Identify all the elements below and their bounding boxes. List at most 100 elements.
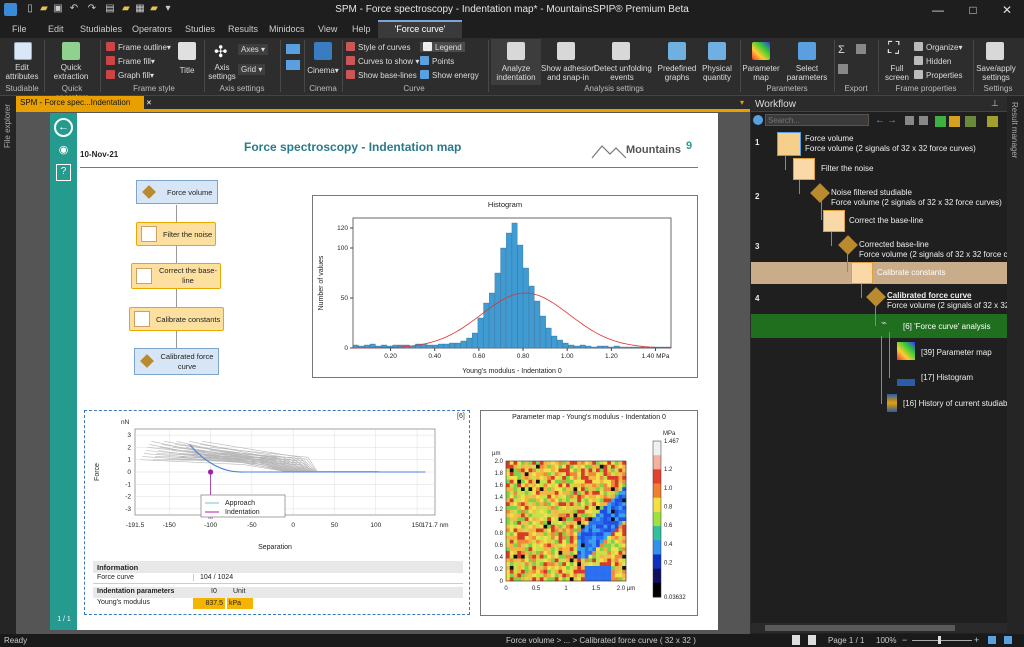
- back-icon[interactable]: ←: [54, 118, 73, 137]
- zoom-slider-thumb[interactable]: [938, 636, 941, 644]
- axis-settings-button[interactable]: Axis settings: [206, 63, 238, 81]
- menu-help[interactable]: Help: [352, 24, 371, 34]
- show-adhesion-button[interactable]: Show adhesion and snap-in: [541, 64, 596, 82]
- organize-button[interactable]: Organize▾: [914, 42, 962, 52]
- history-node-icon[interactable]: [887, 394, 897, 412]
- layout1-icon[interactable]: [286, 44, 300, 54]
- histogram-node-icon[interactable]: [897, 368, 915, 386]
- frame-outline-button[interactable]: Frame outline▾: [106, 42, 171, 52]
- wf-item-noise-filtered[interactable]: Noise filtered studiable: [831, 188, 912, 197]
- curves-to-show-button[interactable]: Curves to show ▾: [346, 56, 419, 66]
- workflow-hscroll-thumb[interactable]: [765, 625, 955, 631]
- nav-back-icon[interactable]: ←: [875, 115, 885, 126]
- minimize-icon[interactable]: —: [921, 0, 955, 20]
- tool-icon[interactable]: [965, 116, 976, 127]
- physical-quantity-button[interactable]: Physical quantity: [698, 64, 736, 82]
- properties-button[interactable]: Properties: [914, 70, 962, 80]
- layout2-icon[interactable]: [286, 60, 300, 70]
- cinema-button[interactable]: Cinema▾: [306, 66, 340, 75]
- file-explorer-tab[interactable]: File explorer: [3, 104, 12, 148]
- quick-extraction-button[interactable]: Quick extraction: [46, 63, 96, 81]
- result-manager-tab[interactable]: Result manager: [1010, 102, 1019, 158]
- axes-dropdown[interactable]: Axes ▾: [238, 44, 269, 55]
- flow-calibrated-force-curve[interactable]: Calibrated force curve: [134, 348, 219, 375]
- maximize-icon[interactable]: □: [956, 0, 990, 20]
- copy-icon[interactable]: [838, 64, 848, 74]
- wf-item-force-curve-analysis[interactable]: [6] 'Force curve' analysis: [903, 322, 991, 331]
- style-of-curves-button[interactable]: Style of curves: [346, 42, 410, 52]
- legend-toggle[interactable]: Legend: [420, 42, 465, 52]
- calibrate-node-icon[interactable]: [851, 262, 873, 284]
- show-energy-toggle[interactable]: Show energy: [420, 70, 479, 80]
- hidden-button[interactable]: Hidden: [914, 56, 951, 66]
- menu-minidocs[interactable]: Minidocs: [269, 24, 305, 34]
- workflow-search-input[interactable]: [765, 114, 869, 126]
- zoom-in-icon[interactable]: +: [974, 635, 979, 645]
- wf-item-corrected-baseline[interactable]: Corrected base-line: [859, 240, 929, 249]
- show-base-lines-button[interactable]: Show base-lines: [346, 70, 417, 80]
- save-apply-settings-button[interactable]: Save/apply settings: [974, 64, 1018, 82]
- pin-icon[interactable]: ⊥: [991, 98, 999, 109]
- help-icon[interactable]: ?: [56, 164, 71, 181]
- grid-dropdown[interactable]: Grid ▾: [238, 64, 266, 75]
- tab-force-curve-analysis[interactable]: 'Force curve' analysis: [378, 20, 462, 49]
- analyze-indentation-button[interactable]: Analyze indentation: [491, 64, 541, 82]
- wf-item-histogram[interactable]: [17] Histogram: [921, 373, 973, 382]
- tool-icon[interactable]: [919, 116, 928, 125]
- wf-item-history[interactable]: [16] History of current studiabl: [903, 399, 1007, 408]
- baseline-node-icon[interactable]: [823, 210, 845, 232]
- wf-item-calibrate-constants[interactable]: Calibrate constants: [877, 268, 945, 277]
- studiable-node-icon[interactable]: [866, 287, 886, 307]
- parameter-map-node-icon[interactable]: [897, 342, 915, 360]
- flow-filter-noise[interactable]: Filter the noise: [136, 222, 216, 246]
- menu-view[interactable]: View: [318, 24, 337, 34]
- fit-page-icon[interactable]: [1004, 636, 1012, 644]
- points-toggle[interactable]: Points: [420, 56, 454, 66]
- zoom-out-icon[interactable]: −: [902, 635, 907, 645]
- graph-fill-button[interactable]: Graph fill▾: [106, 70, 154, 80]
- page2-icon[interactable]: [808, 635, 816, 645]
- zoom-slider[interactable]: [912, 640, 972, 641]
- document-tab[interactable]: SPM - Force spec...Indentation map*: [16, 96, 144, 120]
- menu-results[interactable]: Results: [228, 24, 258, 34]
- detect-unfolding-button[interactable]: Detect unfolding events: [594, 64, 652, 82]
- flow-force-volume[interactable]: Force volume: [136, 180, 218, 204]
- tool-icon[interactable]: [987, 116, 998, 127]
- studiable-node-icon[interactable]: [838, 235, 858, 255]
- tool-icon[interactable]: [905, 116, 914, 125]
- menu-edit[interactable]: Edit: [48, 24, 64, 34]
- flow-calibrate-constants[interactable]: Calibrate constants: [129, 307, 224, 331]
- force-volume-node-icon[interactable]: [777, 132, 801, 156]
- predefined-graphs-button[interactable]: Predefined graphs: [654, 64, 700, 82]
- title-button[interactable]: Title: [172, 66, 202, 75]
- nav-forward-icon[interactable]: →: [887, 115, 897, 126]
- wf-item-force-volume[interactable]: Force volume: [805, 134, 853, 143]
- flow-correct-baseline[interactable]: Correct the base-line: [131, 263, 221, 289]
- page-icon[interactable]: [792, 635, 800, 645]
- wf-item-parameter-map[interactable]: [39] Parameter map: [921, 348, 992, 357]
- close-icon[interactable]: ✕: [990, 0, 1024, 20]
- sigma-icon[interactable]: Σ: [838, 44, 845, 56]
- wf-item-correct-baseline[interactable]: Correct the base-line: [849, 216, 923, 225]
- studiable-node-icon[interactable]: [810, 183, 830, 203]
- menu-studies[interactable]: Studies: [185, 24, 215, 34]
- edit-attributes-button[interactable]: Edit attributes: [2, 63, 42, 81]
- filter-node-icon[interactable]: [793, 158, 815, 180]
- fit-icon[interactable]: [988, 636, 996, 644]
- frame-fill-button[interactable]: Frame fill▾: [106, 56, 155, 66]
- wf-item-calibrated-force-curve[interactable]: Calibrated force curve: [887, 291, 971, 300]
- wf-item-filter-noise[interactable]: Filter the noise: [821, 164, 873, 173]
- full-screen-button[interactable]: Full screen: [882, 64, 912, 82]
- menu-operators[interactable]: Operators: [132, 24, 172, 34]
- select-parameters-button[interactable]: Select parameters: [782, 64, 832, 82]
- parameter-map-button[interactable]: Parameter map: [742, 64, 780, 82]
- eye-icon[interactable]: ◉: [54, 143, 73, 157]
- tab-close-icon[interactable]: ✕: [146, 99, 152, 107]
- export-icon[interactable]: [856, 44, 866, 54]
- force-curve-frame[interactable]: [6] I0 -191.5 -150 -100 -50 0 50 100 150 171.7 nm…: [84, 410, 470, 615]
- tool-green-icon[interactable]: [935, 116, 946, 127]
- tab-dropdown-icon[interactable]: ▾: [740, 98, 744, 107]
- tool-icon[interactable]: [949, 116, 960, 127]
- menu-studiables[interactable]: Studiables: [80, 24, 122, 34]
- menu-file[interactable]: File: [12, 24, 27, 34]
